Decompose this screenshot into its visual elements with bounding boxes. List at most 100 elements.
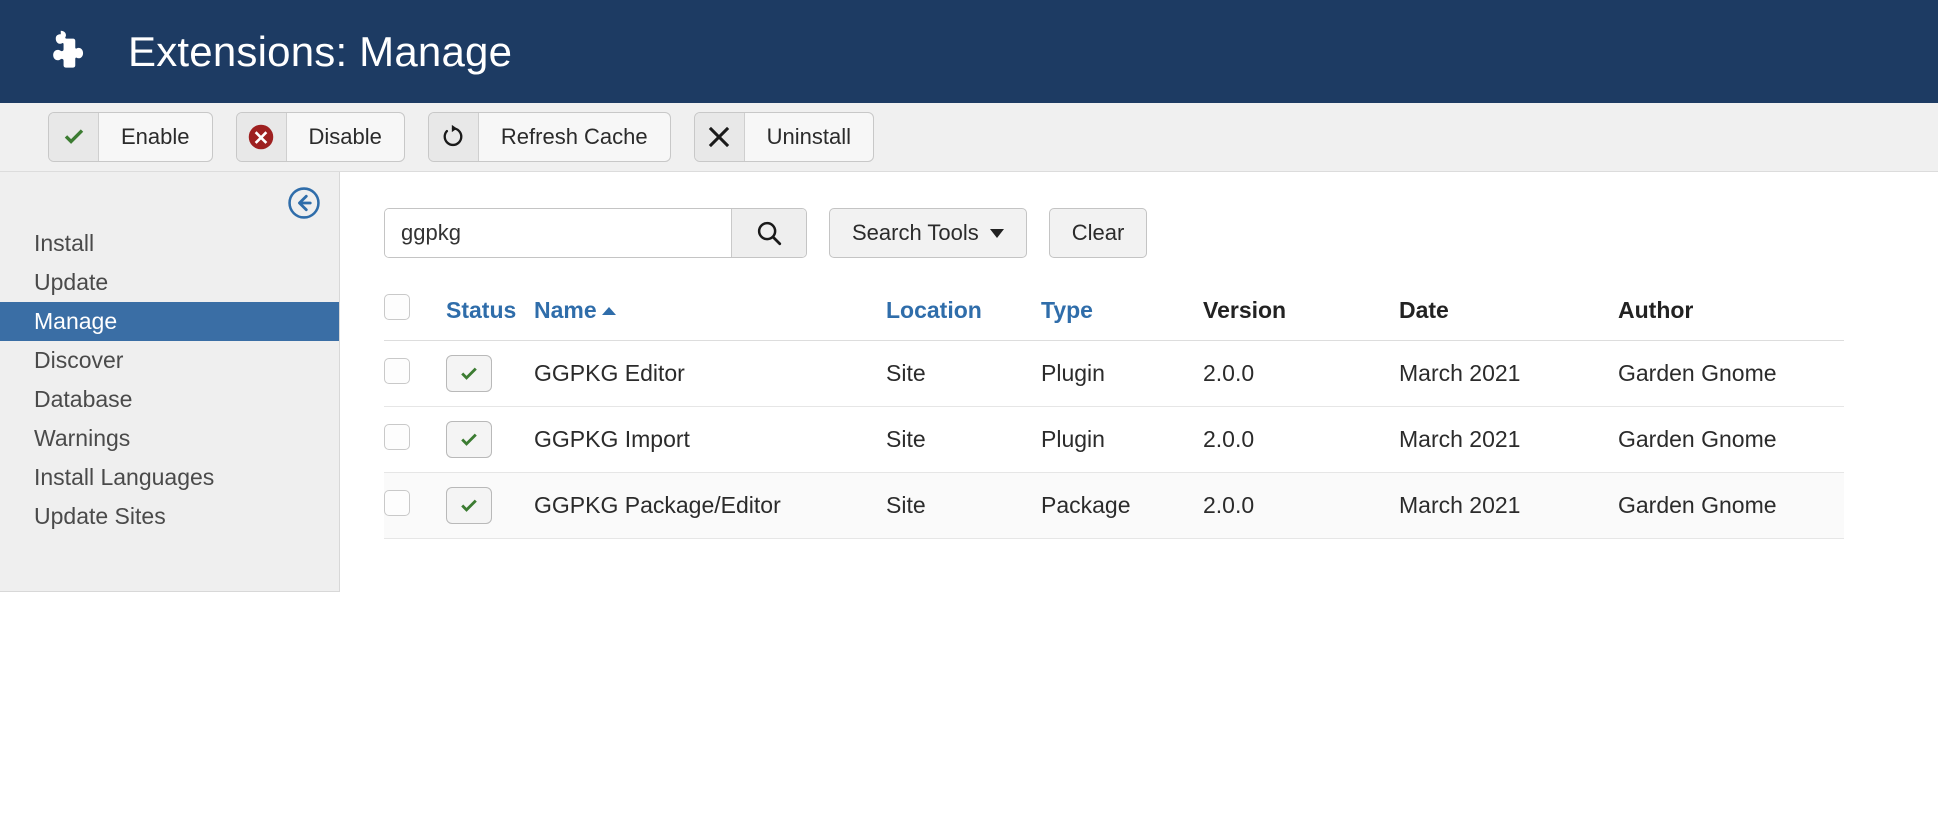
table-row[interactable]: GGPKG Package/Editor Site Package 2.0.0 … [384,473,1844,539]
chevron-down-icon [990,229,1004,238]
header-version: Version [1203,284,1399,341]
row-select-cell [384,341,446,407]
sidebar-item-label: Database [34,386,132,413]
sidebar-item-label: Install Languages [34,464,214,491]
row-version: 2.0.0 [1203,473,1399,539]
clear-button[interactable]: Clear [1049,208,1148,258]
row-checkbox[interactable] [384,490,410,516]
header-version-label: Version [1203,297,1286,323]
row-status-cell [446,341,534,407]
header-author: Author [1618,284,1844,341]
table-header: Status Name Location Type Version [384,284,1844,341]
row-status-cell [446,473,534,539]
row-name: GGPKG Editor [534,341,886,407]
puzzle-piece-icon [38,26,90,78]
sidebar-item-label: Warnings [34,425,130,452]
row-version: 2.0.0 [1203,341,1399,407]
row-type: Plugin [1041,341,1203,407]
sidebar-item-discover[interactable]: Discover [0,341,339,380]
page-body: Install Update Manage Discover Database … [0,172,1938,832]
sidebar-item-label: Discover [34,347,123,374]
refresh-cache-button[interactable]: Refresh Cache [428,112,671,162]
row-date: March 2021 [1399,341,1618,407]
row-author: Garden Gnome [1618,341,1844,407]
uninstall-button[interactable]: Uninstall [694,112,874,162]
refresh-cache-button-label: Refresh Cache [479,113,670,161]
sidebar-item-warnings[interactable]: Warnings [0,419,339,458]
header-date-label: Date [1399,297,1449,323]
check-icon [458,495,480,517]
page-header: Extensions: Manage [0,0,1938,103]
header-type[interactable]: Type [1041,284,1203,341]
clear-label: Clear [1072,220,1125,246]
select-all-header [384,284,446,341]
enable-button-label: Enable [99,113,212,161]
header-name-label: Name [534,297,597,323]
sidebar-item-update-sites[interactable]: Update Sites [0,497,339,536]
sidebar-item-install-languages[interactable]: Install Languages [0,458,339,497]
sort-ascending-icon [602,307,616,315]
sidebar-item-label: Manage [34,308,117,335]
row-type: Package [1041,473,1203,539]
action-toolbar: Enable Disable Refresh Cache [0,103,1938,172]
table-body: GGPKG Editor Site Plugin 2.0.0 March 202… [384,341,1844,539]
search-input[interactable] [385,209,731,257]
uninstall-button-label: Uninstall [745,113,873,161]
row-date: March 2021 [1399,407,1618,473]
header-status[interactable]: Status [446,284,534,341]
search-tools-button[interactable]: Search Tools [829,208,1027,258]
row-author: Garden Gnome [1618,407,1844,473]
header-status-label: Status [446,297,516,323]
row-name: GGPKG Package/Editor [534,473,886,539]
row-location: Site [886,407,1041,473]
status-toggle-enabled[interactable] [446,421,492,458]
sidebar-item-update[interactable]: Update [0,263,339,302]
row-select-cell [384,473,446,539]
search-icon [754,218,784,248]
sidebar-item-install[interactable]: Install [0,224,339,263]
sidebar-item-manage[interactable]: Manage [0,302,339,341]
check-icon [458,363,480,385]
row-location: Site [886,473,1041,539]
status-toggle-enabled[interactable] [446,355,492,392]
disable-button[interactable]: Disable [236,112,405,162]
header-location-label: Location [886,297,982,323]
header-type-label: Type [1041,297,1093,323]
header-date: Date [1399,284,1618,341]
row-name: GGPKG Import [534,407,886,473]
header-name[interactable]: Name [534,284,886,341]
row-version: 2.0.0 [1203,407,1399,473]
row-select-cell [384,407,446,473]
table-row[interactable]: GGPKG Import Site Plugin 2.0.0 March 202… [384,407,1844,473]
sidebar-item-label: Update [34,269,108,296]
header-location[interactable]: Location [886,284,1041,341]
status-toggle-enabled[interactable] [446,487,492,524]
enable-button[interactable]: Enable [48,112,213,162]
row-status-cell [446,407,534,473]
search-tools-label: Search Tools [852,220,979,246]
sidebar-item-label: Update Sites [34,503,166,530]
table-row[interactable]: GGPKG Editor Site Plugin 2.0.0 March 202… [384,341,1844,407]
row-author: Garden Gnome [1618,473,1844,539]
sidebar: Install Update Manage Discover Database … [0,172,340,592]
extensions-manage-page: Extensions: Manage Enable Disable [0,0,1938,832]
circle-x-icon [237,113,287,161]
circle-arrow-left-icon[interactable] [287,186,321,220]
disable-button-label: Disable [287,113,404,161]
header-author-label: Author [1618,297,1693,323]
x-icon [695,113,745,161]
search-submit-button[interactable] [731,209,806,257]
sidebar-item-database[interactable]: Database [0,380,339,419]
row-date: March 2021 [1399,473,1618,539]
check-icon [49,113,99,161]
main-content: Search Tools Clear Status [340,172,1938,832]
row-checkbox[interactable] [384,424,410,450]
refresh-icon [429,113,479,161]
page-title: Extensions: Manage [128,28,512,76]
row-checkbox[interactable] [384,358,410,384]
select-all-checkbox[interactable] [384,294,410,320]
row-location: Site [886,341,1041,407]
sidebar-item-label: Install [34,230,94,257]
check-icon [458,429,480,451]
search-bar: Search Tools Clear [384,208,1938,258]
